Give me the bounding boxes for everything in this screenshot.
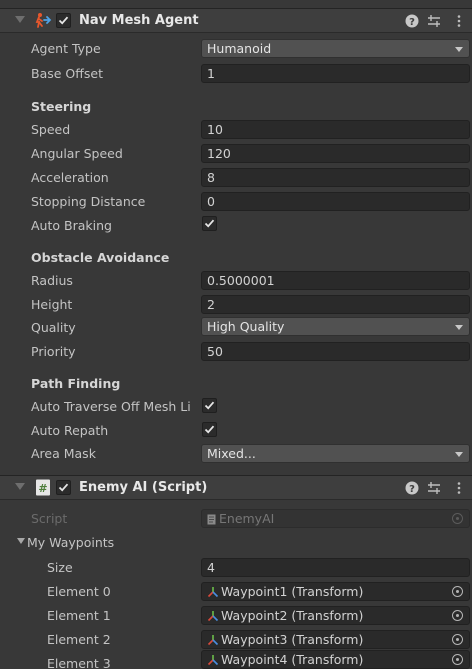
checkmark-icon xyxy=(204,219,215,228)
object-picker-icon xyxy=(452,513,463,524)
element-value: Waypoint1 (Transform) xyxy=(221,584,364,599)
steering-section-title: Steering xyxy=(31,99,92,114)
radius-field[interactable]: 0.5000001 xyxy=(201,271,470,290)
obstacle-avoidance-section-title: Obstacle Avoidance xyxy=(31,250,170,265)
auto-traverse-checkbox[interactable] xyxy=(202,398,217,413)
auto-traverse-label: Auto Traverse Off Mesh Li xyxy=(31,399,191,414)
dropdown-arrow-icon xyxy=(455,47,463,52)
dropdown-arrow-icon xyxy=(455,325,463,330)
component-title: Enemy AI (Script) xyxy=(79,480,208,495)
checkmark-icon xyxy=(58,16,69,25)
my-waypoints-foldout-icon[interactable] xyxy=(17,538,25,544)
auto-braking-label: Auto Braking xyxy=(31,218,112,233)
object-picker-icon[interactable] xyxy=(452,610,463,621)
radius-label: Radius xyxy=(31,273,73,288)
dropdown-arrow-icon xyxy=(455,452,463,457)
element-object-field[interactable]: Waypoint4 (Transform) xyxy=(201,650,470,669)
angular-speed-label: Angular Speed xyxy=(31,146,123,161)
priority-field[interactable]: 50 xyxy=(201,342,470,361)
svg-text:#: # xyxy=(38,482,47,495)
quality-label: Quality xyxy=(31,320,76,335)
agent-type-dropdown[interactable]: Humanoid xyxy=(201,39,470,58)
checkmark-icon xyxy=(58,483,69,492)
presets-icon[interactable] xyxy=(427,14,441,28)
speed-label: Speed xyxy=(31,122,71,137)
base-offset-field[interactable]: 1 xyxy=(201,64,470,83)
checkmark-icon xyxy=(204,401,215,410)
script-value: EnemyAI xyxy=(219,511,275,526)
element-value: Waypoint2 (Transform) xyxy=(221,608,364,623)
checkmark-icon xyxy=(204,425,215,434)
transform-icon xyxy=(207,655,219,666)
agent-type-label: Agent Type xyxy=(31,41,101,56)
stopping-distance-label: Stopping Distance xyxy=(31,194,146,209)
area-mask-label: Area Mask xyxy=(31,446,96,461)
component-title: Nav Mesh Agent xyxy=(79,13,199,28)
element-object-field[interactable]: Waypoint1 (Transform) xyxy=(201,582,470,601)
foldout-arrow-icon[interactable] xyxy=(15,16,25,23)
element-label: Element 1 xyxy=(47,608,111,623)
help-icon[interactable]: ? xyxy=(405,14,419,28)
enemy-ai-header[interactable]: # Enemy AI (Script) ? xyxy=(0,475,472,500)
enemy-ai-enabled-checkbox[interactable] xyxy=(56,480,71,495)
svg-text:?: ? xyxy=(409,17,415,28)
height-field[interactable]: 2 xyxy=(201,295,470,314)
object-picker-icon[interactable] xyxy=(452,634,463,645)
kebab-menu-icon[interactable] xyxy=(452,14,466,28)
angular-speed-field[interactable]: 120 xyxy=(201,144,470,163)
element-object-field[interactable]: Waypoint3 (Transform) xyxy=(201,630,470,649)
kebab-menu-icon[interactable] xyxy=(452,481,466,495)
element-label: Element 2 xyxy=(47,632,111,647)
priority-label: Priority xyxy=(31,344,76,359)
speed-field[interactable]: 10 xyxy=(201,120,470,139)
script-file-icon xyxy=(207,514,216,525)
script-field: EnemyAI xyxy=(201,509,470,528)
auto-repath-checkbox[interactable] xyxy=(202,422,217,437)
my-waypoints-label[interactable]: My Waypoints xyxy=(27,535,199,550)
acceleration-field[interactable]: 8 xyxy=(201,168,470,187)
height-label: Height xyxy=(31,297,73,312)
auto-repath-label: Auto Repath xyxy=(31,423,109,438)
quality-value: High Quality xyxy=(207,319,285,334)
base-offset-label: Base Offset xyxy=(31,66,103,81)
nav-mesh-agent-icon xyxy=(35,12,52,29)
foldout-arrow-icon[interactable] xyxy=(15,483,25,490)
nav-mesh-agent-header[interactable]: Nav Mesh Agent ? xyxy=(0,8,472,33)
object-picker-icon[interactable] xyxy=(452,654,463,665)
auto-braking-checkbox[interactable] xyxy=(202,216,217,231)
agent-type-value: Humanoid xyxy=(207,41,272,56)
element-object-field[interactable]: Waypoint2 (Transform) xyxy=(201,606,470,625)
quality-dropdown[interactable]: High Quality xyxy=(201,317,470,336)
element-label: Element 0 xyxy=(47,584,111,599)
object-picker-icon[interactable] xyxy=(452,586,463,597)
svg-text:?: ? xyxy=(409,484,415,495)
area-mask-value: Mixed... xyxy=(207,446,256,461)
presets-icon[interactable] xyxy=(427,481,441,495)
size-field[interactable]: 4 xyxy=(201,558,470,577)
transform-icon xyxy=(207,587,219,598)
size-label: Size xyxy=(47,560,73,575)
csharp-script-icon: # xyxy=(35,479,52,496)
area-mask-dropdown[interactable]: Mixed... xyxy=(201,444,470,463)
nav-mesh-agent-enabled-checkbox[interactable] xyxy=(56,13,71,28)
help-icon[interactable]: ? xyxy=(405,481,419,495)
transform-icon xyxy=(207,611,219,622)
path-finding-section-title: Path Finding xyxy=(31,376,121,391)
element-value: Waypoint3 (Transform) xyxy=(221,632,364,647)
script-label: Script xyxy=(31,511,68,526)
transform-icon xyxy=(207,635,219,646)
stopping-distance-field[interactable]: 0 xyxy=(201,192,470,211)
acceleration-label: Acceleration xyxy=(31,170,109,185)
element-value: Waypoint4 (Transform) xyxy=(221,652,364,667)
element-label: Element 3 xyxy=(47,656,111,669)
